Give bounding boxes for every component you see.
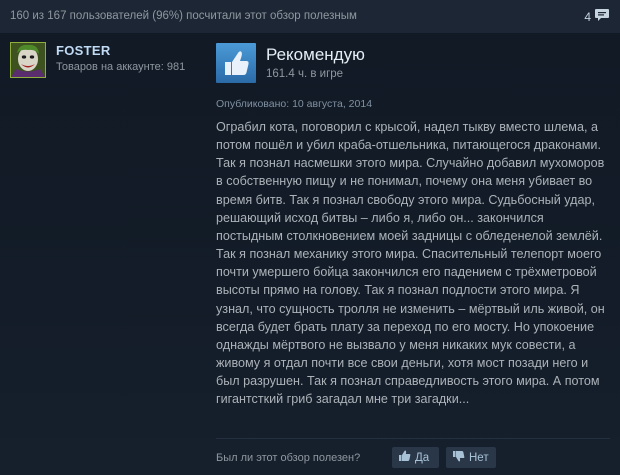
posted-date: Опубликовано: 10 августа, 2014 xyxy=(216,98,373,110)
hours-played: 161.4 ч. в игре xyxy=(266,68,344,80)
vote-no-label: Нет xyxy=(469,451,489,464)
thumbs-up-icon xyxy=(216,43,256,83)
review-header-bar: 160 из 167 пользователей (96%) посчитали… xyxy=(0,0,620,34)
author-games-owned: Товаров на аккаунте: 981 xyxy=(56,61,186,73)
avatar[interactable] xyxy=(10,42,46,78)
vote-yes-button[interactable]: Да xyxy=(392,447,439,468)
comment-count: 4 xyxy=(584,9,591,24)
divider xyxy=(216,438,610,439)
recommendation-title: Рекомендую xyxy=(266,45,365,64)
vote-yes-label: Да xyxy=(415,451,430,464)
speech-bubble-icon xyxy=(594,8,610,25)
helpful-summary: 160 из 167 пользователей (96%) посчитали… xyxy=(10,10,357,22)
helpful-question: Был ли этот обзор полезен? xyxy=(216,452,361,464)
review-text: Ограбил кота, поговорил с крысой, надел … xyxy=(216,120,605,407)
vote-no-button[interactable]: Нет xyxy=(446,447,496,468)
review-card: FOSTER Товаров на аккаунте: 981 Рекоменд… xyxy=(0,34,620,475)
thumbs-up-icon xyxy=(398,450,411,465)
comments-link[interactable]: 4 xyxy=(584,8,610,25)
thumbs-down-icon xyxy=(452,450,465,465)
author-name[interactable]: FOSTER xyxy=(56,43,111,58)
